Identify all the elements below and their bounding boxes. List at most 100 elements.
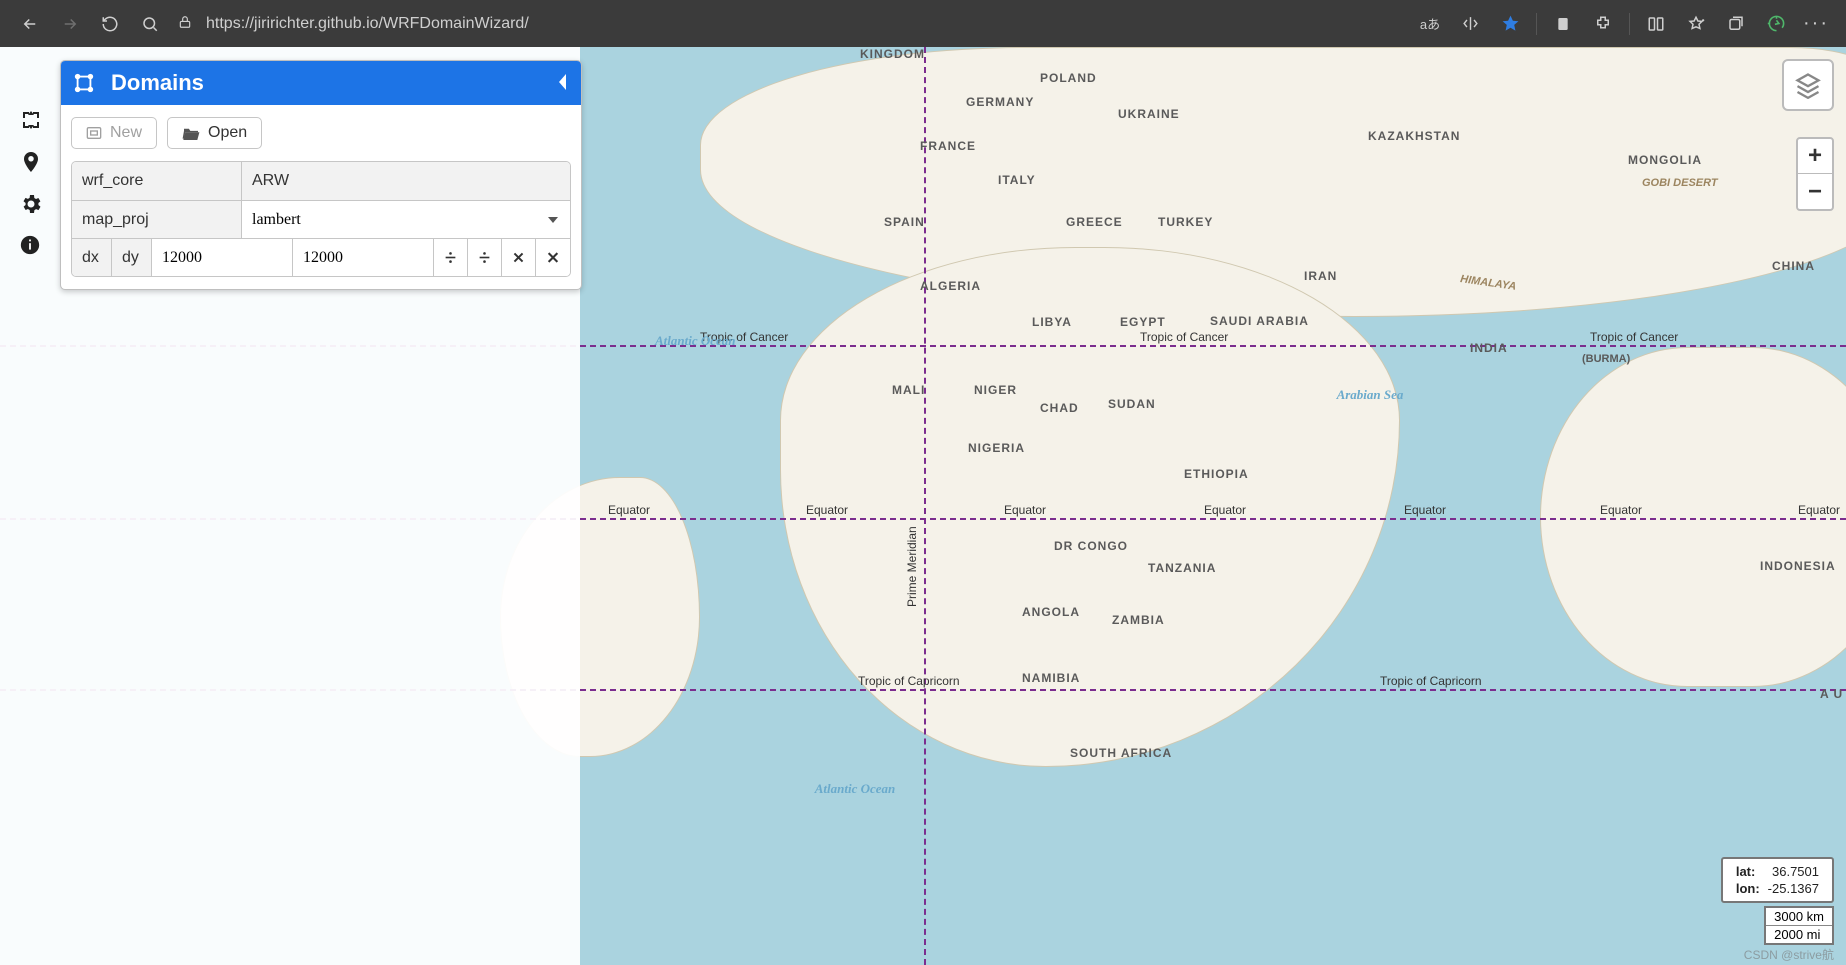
divide-dx-button[interactable]: [434, 239, 468, 276]
country-label: SUDAN: [1108, 397, 1156, 411]
lock-icon: [178, 15, 192, 32]
translate-icon[interactable]: aあ: [1410, 4, 1450, 44]
back-button[interactable]: [10, 4, 50, 44]
panel-title: Domains: [111, 70, 204, 96]
tropic-cancer-label: Tropic of Cancer: [1140, 330, 1228, 344]
country-label: (BURMA): [1582, 353, 1630, 365]
layers-button[interactable]: [1782, 59, 1834, 111]
split-screen-icon[interactable]: [1636, 4, 1676, 44]
panel-header: Domains: [61, 61, 581, 105]
side-rail: [8, 60, 56, 260]
country-label: KAZAKHSTAN: [1368, 129, 1460, 143]
prime-meridian-label: Prime Meridian: [905, 526, 919, 607]
collapse-panel-button[interactable]: [557, 70, 569, 96]
prime-meridian-line: [924, 47, 926, 965]
country-label: LIBYA: [1032, 315, 1072, 329]
scale-mi: 2000 mi: [1766, 926, 1832, 943]
extensions-icon[interactable]: [1583, 4, 1623, 44]
read-aloud-icon[interactable]: [1450, 4, 1490, 44]
country-label: ALGERIA: [920, 279, 981, 293]
info-icon[interactable]: [19, 234, 45, 260]
dx-input[interactable]: [162, 249, 282, 267]
country-label: INDONESIA: [1760, 559, 1836, 573]
country-label: ITALY: [998, 173, 1036, 187]
chevron-left-icon: [557, 74, 569, 90]
more-menu-icon[interactable]: ···: [1796, 4, 1836, 44]
country-label: NIGERIA: [968, 441, 1025, 455]
equator-label: Equator: [1204, 503, 1246, 517]
sea-label: Arabian Sea: [1330, 387, 1410, 403]
folder-open-icon: [182, 126, 200, 140]
country-label: IRAN: [1304, 269, 1337, 283]
equator-label: Equator: [806, 503, 848, 517]
equator-label: Equator: [1600, 503, 1642, 517]
url-text: https://jiririchter.github.io/WRFDomainW…: [206, 15, 529, 33]
open-button-label: Open: [208, 124, 247, 142]
country-label: SPAIN: [884, 215, 925, 229]
lat-value: 36.7501: [1765, 864, 1822, 879]
dy-label: dy: [112, 239, 152, 276]
divide-dy-button[interactable]: [468, 239, 502, 276]
country-label: A U: [1820, 687, 1843, 701]
favorites-icon[interactable]: [1676, 4, 1716, 44]
layers-icon: [1794, 71, 1822, 99]
new-button[interactable]: New: [71, 117, 157, 149]
country-label: NIGER: [974, 383, 1017, 397]
params-grid: wrf_core ARW map_proj lambert dx dy: [71, 161, 571, 277]
country-label: TANZANIA: [1148, 561, 1216, 575]
country-label: SOUTH AFRICA: [1070, 747, 1130, 759]
country-label: NAMIBIA: [1022, 671, 1080, 685]
tropic-cancer-label: Tropic of Cancer: [1590, 330, 1678, 344]
equator-label: Equator: [1404, 503, 1446, 517]
sea-label: Atlantic Ocean: [655, 333, 735, 349]
new-button-label: New: [110, 124, 142, 142]
country-label: CHINA: [1772, 259, 1815, 273]
equator-label: Equator: [608, 503, 650, 517]
wps-grid-icon[interactable]: [19, 108, 45, 134]
country-label: SAUDI ARABIA: [1210, 315, 1280, 327]
reload-button[interactable]: [90, 4, 130, 44]
forward-button[interactable]: [50, 4, 90, 44]
scale-km: 3000 km: [1766, 908, 1832, 926]
performance-icon[interactable]: [1756, 4, 1796, 44]
tropic-capricorn-label: Tropic of Capricorn: [1380, 674, 1482, 688]
map-proj-select[interactable]: lambert: [252, 211, 560, 228]
country-label: POLAND: [1040, 71, 1097, 85]
watermark: CSDN @strive航: [1744, 946, 1834, 963]
search-icon[interactable]: [130, 4, 170, 44]
zoom-out-button[interactable]: −: [1798, 174, 1832, 209]
country-label: ZAMBIA: [1112, 613, 1165, 627]
country-label: GERMANY: [966, 95, 1034, 109]
zoom-control: + −: [1796, 137, 1834, 211]
divide-icon: [478, 250, 491, 265]
reader-icon[interactable]: [1543, 4, 1583, 44]
multiply-icon: [512, 250, 525, 265]
favorite-star-icon[interactable]: [1490, 4, 1530, 44]
address-bar[interactable]: https://jiririchter.github.io/WRFDomainW…: [170, 7, 1410, 41]
sea-label: Atlantic Ocean: [810, 781, 900, 797]
coordinate-readout: lat: 36.7501 lon: -25.1367: [1721, 857, 1834, 903]
region-label: GOBI DESERT: [1642, 177, 1718, 189]
collections-icon[interactable]: [1716, 4, 1756, 44]
country-label: MALI: [892, 383, 925, 397]
location-pin-icon[interactable]: [19, 150, 45, 176]
zoom-in-button[interactable]: +: [1798, 139, 1832, 174]
country-label: DR CONGO: [1054, 539, 1128, 553]
lat-label: lat:: [1733, 864, 1763, 879]
new-icon: [86, 126, 102, 140]
country-label: FRANCE: [920, 139, 976, 153]
multiply-dx-button[interactable]: [502, 239, 536, 276]
country-label: EGYPT: [1120, 315, 1166, 329]
browser-toolbar: https://jiririchter.github.io/WRFDomainW…: [0, 0, 1846, 47]
multiply-dy-button[interactable]: [536, 239, 570, 276]
gear-icon[interactable]: [19, 192, 45, 218]
country-label: ANGOLA: [1022, 605, 1080, 619]
scale-bar: 3000 km 2000 mi: [1764, 906, 1834, 945]
bounding-box-icon: [73, 72, 95, 94]
country-label: CHAD: [1040, 401, 1079, 415]
open-button[interactable]: Open: [167, 117, 262, 149]
country-label: KINGDOM: [860, 47, 925, 61]
dx-label: dx: [72, 239, 112, 276]
dy-input[interactable]: [303, 249, 423, 267]
wrf-core-label: wrf_core: [72, 162, 242, 200]
